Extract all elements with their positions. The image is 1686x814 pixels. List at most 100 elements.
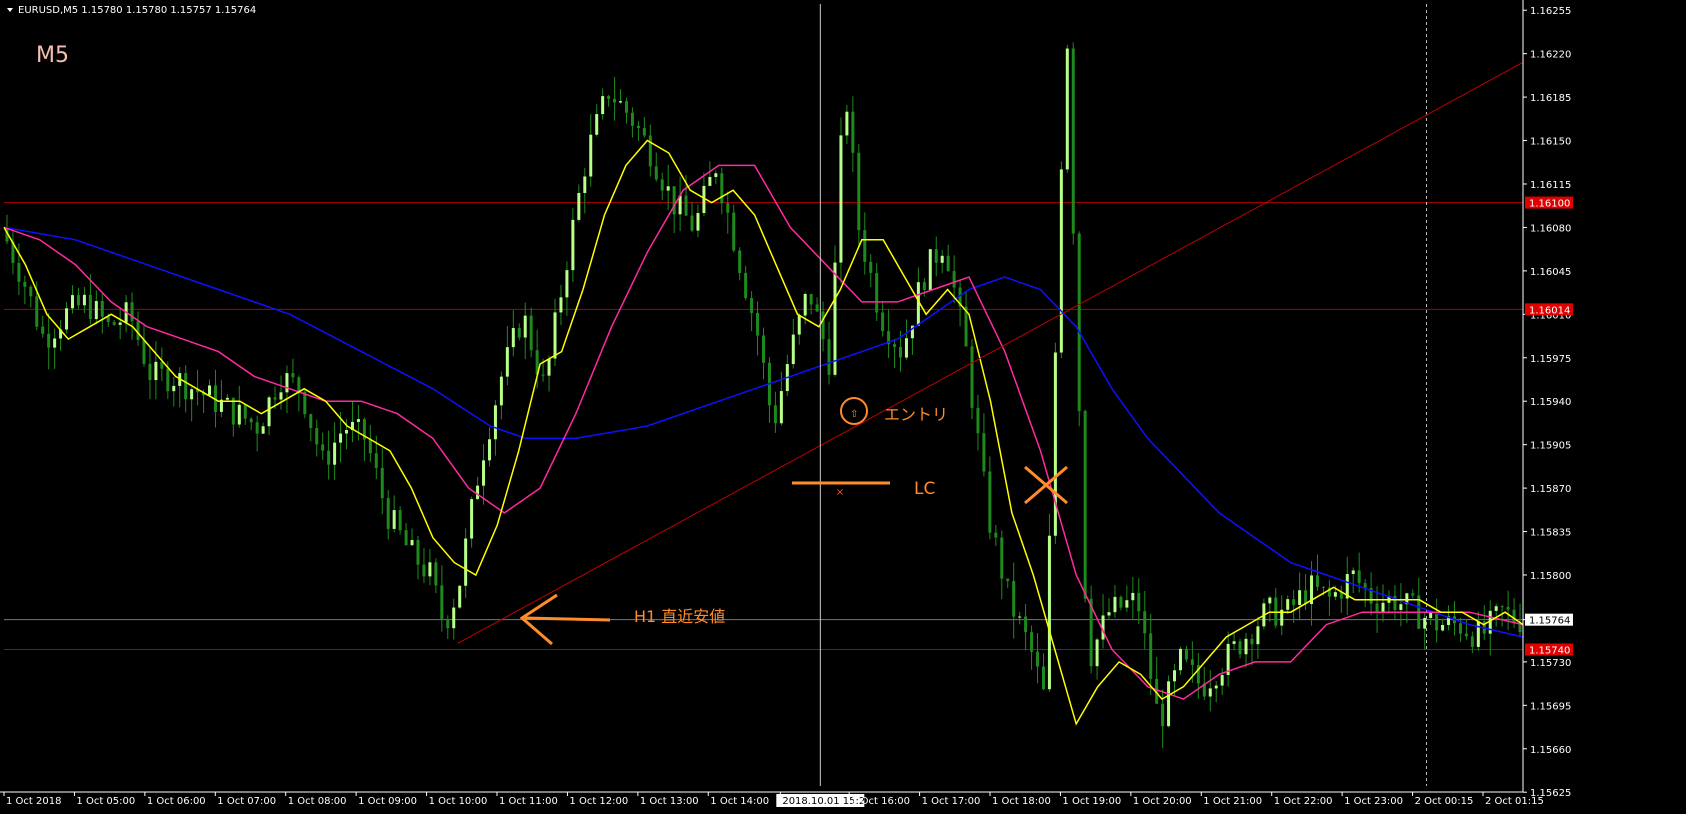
price-tick-label: 1.15905 [1530, 441, 1571, 452]
candle-body [1333, 592, 1337, 597]
candle-body [523, 315, 527, 338]
candle-body [827, 339, 831, 375]
candle-body [1012, 581, 1016, 617]
lc-label: LC [914, 479, 935, 499]
candle-body [1095, 639, 1099, 667]
candle-body [624, 101, 628, 113]
candle-body [29, 286, 33, 297]
candle-body [601, 96, 605, 115]
price-tick-label: 1.15835 [1530, 528, 1571, 539]
candle-body [476, 485, 480, 500]
candle-body [1143, 611, 1147, 634]
price-tick-label: 1.15695 [1530, 701, 1571, 712]
time-tick-label: 1 Oct 23:00 [1344, 796, 1403, 807]
candle-body [1006, 578, 1010, 582]
candle-body [470, 499, 474, 539]
candle-body [184, 373, 188, 400]
candle-body [1107, 612, 1111, 616]
time-tick-label: 1 Oct 2018 [6, 796, 61, 807]
price-chart[interactable]: ⇧ エントリ × LC H1 直近安値 1.16255 1.16220 1.16185 1.1… [0, 0, 1686, 810]
candle-body [845, 111, 849, 136]
candle-body [928, 249, 932, 290]
candle-body [422, 564, 426, 577]
stop-loss-x-icon: × [836, 487, 844, 498]
candle-body [642, 128, 646, 136]
candle-body [273, 397, 277, 400]
price-tick-label: 1.15660 [1530, 745, 1571, 756]
candle-body [154, 361, 158, 381]
candle-body [1065, 48, 1069, 170]
candle-body [869, 261, 873, 273]
candle-body [738, 250, 742, 273]
timeframe-label: M5 [36, 43, 69, 68]
candle-body [23, 281, 27, 287]
candle-body [988, 471, 992, 533]
candle-body [321, 444, 325, 451]
candle-body [1000, 537, 1004, 579]
candle-body [1071, 48, 1075, 234]
candle-body [142, 339, 146, 364]
candle-body [1244, 638, 1248, 655]
price-tick-label: 1.16185 [1530, 93, 1571, 104]
candle-body [708, 176, 712, 186]
candle-body [1506, 606, 1510, 610]
candle-body [1315, 575, 1319, 587]
time-tick-label: 1 Oct 18:00 [992, 796, 1051, 807]
candle-body [607, 96, 611, 99]
candle-body [1375, 603, 1379, 613]
time-tick-label: 1 Oct 07:00 [217, 796, 276, 807]
candle-body [613, 98, 617, 103]
candle-body [76, 295, 80, 306]
candle-body [684, 195, 688, 216]
candle-body [803, 293, 807, 316]
time-tick-label: 1 Oct 13:00 [640, 796, 699, 807]
candle-body [940, 255, 944, 263]
candle-body [1167, 681, 1171, 727]
time-tick-label: 2 Oct 01:15 [1485, 796, 1544, 807]
candle-body [863, 230, 867, 262]
candle-body [333, 442, 337, 465]
chart-window[interactable]: ⇧ エントリ × LC H1 直近安値 1.16255 1.16220 1.16185 1.1… [0, 0, 1686, 810]
price-tick-label: 1.15800 [1530, 571, 1571, 582]
candle-body [750, 298, 754, 313]
candle-body [279, 392, 283, 400]
time-tick-label: 1 Oct 14:00 [710, 796, 769, 807]
entry-arrow-icon: ⇧ [850, 409, 858, 420]
candle-body [1161, 703, 1165, 727]
candle-body [1232, 641, 1236, 644]
symbol-header: EURUSD,M5 1.15780 1.15780 1.15757 1.1576… [18, 5, 256, 16]
candle-body [1304, 590, 1308, 605]
candle-body [1399, 604, 1403, 610]
candle-body [487, 439, 491, 461]
candle-body [1030, 632, 1034, 652]
candle-body [398, 510, 402, 531]
candle-body [559, 297, 563, 313]
candle-body [934, 249, 938, 263]
candle-body [893, 344, 897, 347]
candle-body [1381, 602, 1385, 613]
candle-body [636, 125, 640, 129]
candle-body [1464, 633, 1468, 637]
candle-body [565, 270, 569, 298]
candle-body [17, 262, 21, 282]
candle-body [952, 271, 956, 288]
candle-body [1047, 535, 1051, 690]
candle-body [899, 346, 903, 358]
price-tick-label: 1.16255 [1530, 6, 1571, 17]
entry-label: エントリ [884, 405, 948, 424]
candle-body [547, 358, 551, 376]
candle-body [297, 377, 301, 392]
candle-body [732, 212, 736, 251]
candle-body [1178, 648, 1182, 671]
arrow-shaft [524, 616, 611, 622]
candle-body [65, 308, 69, 330]
candle-body [756, 312, 760, 336]
candle-body [237, 404, 241, 425]
candle-body [994, 532, 998, 538]
candle-body [1024, 616, 1028, 633]
candle-body [1292, 599, 1296, 606]
candle-body [1321, 586, 1325, 588]
candle-body [1214, 685, 1218, 689]
candle-body [839, 135, 843, 263]
candle-body [1423, 617, 1427, 629]
